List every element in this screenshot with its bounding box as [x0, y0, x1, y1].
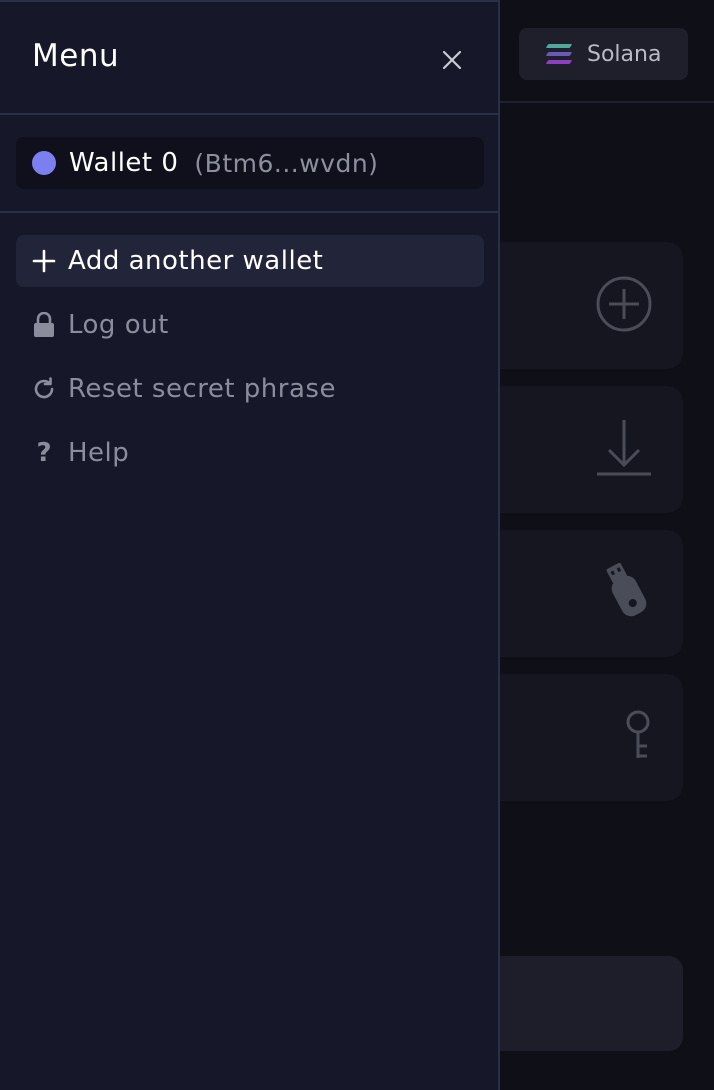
menu-item-label: Help [68, 438, 130, 468]
menu-item-reset-secret-phrase[interactable]: Reset secret phrase [16, 357, 484, 421]
lock-icon [32, 311, 56, 339]
network-selector-button[interactable]: Solana [519, 28, 688, 80]
help-glyph: ? [36, 438, 52, 468]
wallet-list: Wallet 0 (Btm6...wvdn) [0, 115, 498, 213]
drawer-header: Menu [0, 2, 498, 115]
close-button[interactable] [438, 46, 466, 74]
menu-item-log-out[interactable]: Log out [16, 293, 484, 357]
wallet-app: Solana et Menu [0, 0, 714, 1090]
plus-icon [32, 247, 56, 275]
wallet-color-dot [32, 151, 56, 175]
plus-circle-icon [595, 275, 653, 337]
menu-item-label: Log out [68, 310, 169, 340]
add-wallet-label: Add another wallet [68, 246, 324, 276]
add-wallet-button[interactable]: Add another wallet [16, 235, 484, 287]
help-icon: ? [32, 439, 56, 467]
refresh-icon [32, 375, 56, 403]
menu-item-help[interactable]: ? Help [16, 421, 484, 485]
menu-item-label: Reset secret phrase [68, 374, 336, 404]
usb-drive-icon [603, 560, 653, 628]
drawer-title: Menu [32, 38, 120, 74]
close-icon [442, 50, 462, 70]
wallet-address: (Btm6...wvdn) [194, 148, 379, 178]
download-icon [595, 418, 653, 482]
menu-list: Add another wallet Log out Reset secret … [0, 213, 498, 485]
network-label: Solana [587, 41, 662, 67]
solana-logo-icon [545, 44, 573, 64]
key-icon [623, 710, 653, 766]
wallet-item[interactable]: Wallet 0 (Btm6...wvdn) [16, 137, 484, 189]
menu-drawer: Menu Wallet 0 (Btm6...wvdn) Add another … [0, 0, 500, 1090]
wallet-name: Wallet 0 [69, 148, 179, 178]
